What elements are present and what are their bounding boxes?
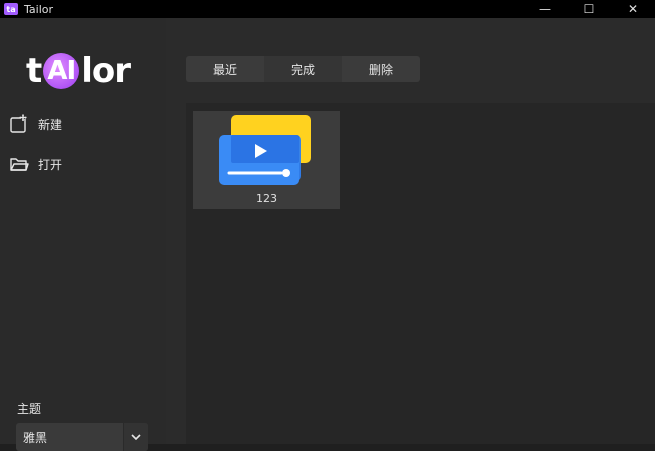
theme-select-value: 雅黑 (23, 430, 48, 445)
main-panel: 最近 完成 删除 123 (166, 18, 655, 444)
tab-done[interactable]: 完成 (264, 56, 342, 82)
sidebar-item-open[interactable]: 打开 (9, 153, 62, 175)
theme-label: 主题 (17, 402, 42, 416)
title-bar: ta Tailor — ☐ ✕ (0, 0, 655, 18)
tab-deleted[interactable]: 删除 (342, 56, 420, 82)
tab-bar: 最近 完成 删除 (186, 56, 420, 82)
sidebar-item-new[interactable]: 新建 (9, 113, 62, 135)
folder-open-icon (9, 154, 29, 174)
logo-text-left: t (26, 51, 42, 91)
sidebar: t AI lor 新建 打开 主题 雅黑 (0, 18, 166, 451)
maximize-button[interactable]: ☐ (567, 0, 611, 18)
app-icon: ta (4, 3, 18, 15)
window-title: Tailor (24, 2, 54, 16)
app-logo: t AI lor (26, 42, 131, 100)
close-button[interactable]: ✕ (611, 0, 655, 18)
window-controls: — ☐ ✕ (523, 0, 655, 18)
logo-ai-badge: AI (43, 53, 80, 89)
minimize-button[interactable]: — (523, 0, 567, 18)
logo-text-right: lor (81, 51, 131, 91)
video-files-icon (215, 113, 315, 189)
chevron-down-icon[interactable] (123, 423, 148, 451)
theme-select[interactable]: 雅黑 (16, 423, 148, 451)
sidebar-item-label: 新建 (38, 117, 63, 132)
file-name: 123 (256, 192, 277, 205)
tab-recent[interactable]: 最近 (186, 56, 264, 82)
new-file-icon (9, 114, 29, 134)
sidebar-item-label: 打开 (38, 157, 63, 172)
file-grid: 123 (186, 103, 655, 444)
file-card[interactable]: 123 (193, 111, 340, 209)
